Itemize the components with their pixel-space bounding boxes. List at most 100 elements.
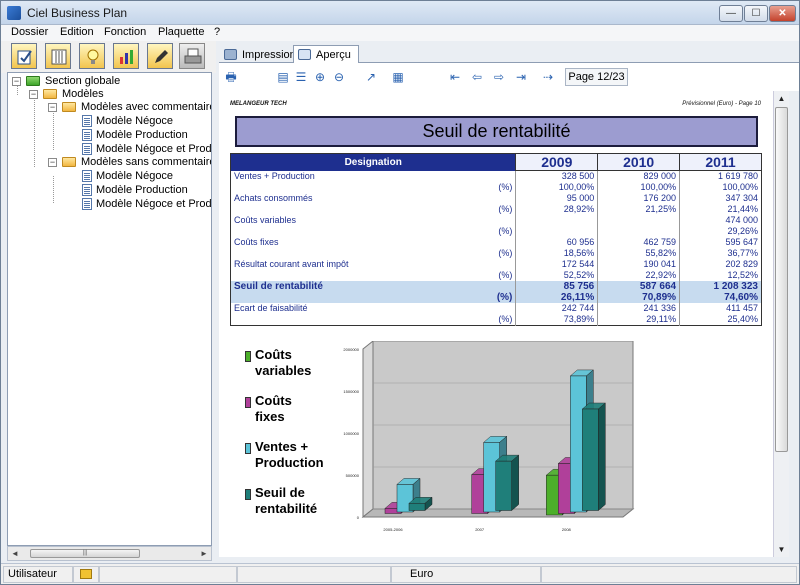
status-user: Utilisateur	[3, 566, 73, 583]
cell-value: 95 000	[515, 193, 598, 204]
row-label: Coûts fixes	[234, 237, 279, 247]
zoom-out-icon[interactable]: ⊖	[333, 71, 345, 83]
first-page-icon[interactable]: ⇤	[449, 71, 461, 83]
table-row: (%) 29,26%	[231, 226, 762, 237]
column-year: 2011	[679, 153, 762, 171]
tree-horizontal-scrollbar[interactable]: ◄ ||| ►	[7, 546, 212, 561]
chart-button[interactable]	[113, 43, 139, 69]
company-name: MELANGEUR TECH	[230, 101, 287, 107]
cell-value: 70,89%	[597, 292, 680, 303]
legend-line2: fixes	[255, 409, 285, 424]
cell-value: 100,00%	[597, 182, 680, 193]
breakeven-chart: 2000000 1500000 1000000 500000 0 2005-2006 200…	[343, 341, 635, 532]
cell-value: 26,11%	[515, 292, 598, 303]
cell-value: 1 619 780	[679, 170, 762, 182]
cell-value: 29,26%	[679, 226, 762, 237]
section-tree: − Section globale − Modèles − Modèles av…	[7, 72, 212, 546]
print-icon[interactable]: 🖶	[225, 71, 237, 83]
row-label: Ventes + Production	[234, 170, 315, 181]
table-view-button[interactable]	[45, 43, 71, 69]
page-header: Prévisionnel (Euro) - Page 10	[682, 101, 761, 107]
status-panel	[237, 566, 391, 583]
scroll-down-icon[interactable]: ▼	[774, 542, 789, 557]
menu-plaquette[interactable]: Plaquette	[158, 26, 204, 38]
view-tabs: Impression Aperçu	[219, 45, 799, 64]
legend-swatch	[245, 489, 251, 500]
bar-chart-icon	[120, 50, 133, 64]
cell-value: 190 041	[597, 259, 680, 270]
cell-value: 22,92%	[597, 270, 680, 281]
report-title: Seuil de rentabilité	[235, 116, 758, 147]
legend-line1: Coûts	[255, 393, 292, 408]
table-row: (%) 18,56% 55,82% 36,77%	[231, 248, 762, 259]
row-label: Ecart de faisabilité	[234, 303, 308, 313]
column-year: 2009	[515, 153, 599, 171]
cell-value: 73,89%	[515, 314, 598, 326]
x-tick-label: 2008	[562, 527, 572, 532]
x-tick-label: 2005-2006	[383, 527, 403, 532]
next-page-icon[interactable]: ⇨	[493, 71, 505, 83]
export-icon[interactable]: ↗	[365, 71, 377, 83]
table-row: Coûts fixes 60 956 462 759 595 647	[231, 237, 762, 248]
print-button[interactable]	[179, 43, 205, 69]
legend-line1: Ventes +	[255, 439, 309, 454]
status-currency: Euro	[391, 566, 541, 583]
cell-value: 29,11%	[597, 314, 680, 326]
cell-value: 347 304	[679, 193, 762, 204]
document-icon	[82, 129, 92, 141]
cell-value	[597, 215, 680, 226]
minimize-button[interactable]: —	[719, 5, 743, 22]
status-panel	[99, 566, 237, 583]
column-designation: Designation	[229, 153, 516, 171]
cell-value: 411 457	[679, 303, 762, 314]
cell-value: 100,00%	[679, 182, 762, 193]
row-percent-label: (%)	[230, 292, 516, 303]
cell-value: 21,25%	[597, 204, 680, 215]
table-row: Résultat courant avant impôt 172 544 190 0…	[231, 259, 762, 270]
legend-line2: Production	[255, 455, 324, 470]
menu-fonction[interactable]: Fonction	[104, 26, 146, 38]
last-page-icon[interactable]: ⇥	[515, 71, 527, 83]
lightbulb-icon	[87, 49, 99, 64]
scroll-right-icon[interactable]: ►	[197, 547, 211, 560]
previous-page-icon[interactable]: ⇦	[471, 71, 483, 83]
document-icon	[82, 115, 92, 127]
table-row: (%) 26,11% 70,89% 74,60%	[230, 292, 762, 303]
tab-impression[interactable]: Impression	[219, 45, 296, 63]
report-preview: MELANGEUR TECH Prévisionnel (Euro) - Pag…	[219, 91, 773, 557]
cell-value: 241 336	[597, 303, 680, 314]
bar	[408, 503, 426, 511]
menu-bar: Dossier Edition Fonction Plaquette ?	[1, 25, 799, 41]
edit-checklist-button[interactable]	[11, 43, 37, 69]
folder-icon	[62, 157, 76, 167]
document-icon	[82, 143, 92, 155]
menu-dossier[interactable]: Dossier	[11, 26, 48, 38]
table-row: Achats consommés 95 000 176 200 347 304	[231, 193, 762, 204]
tab-apercu[interactable]: Aperçu	[293, 45, 359, 64]
page-icon[interactable]: ▤	[277, 71, 289, 83]
cell-value: 18,56%	[515, 248, 598, 259]
close-button[interactable]: ✕	[769, 5, 796, 22]
ideas-button[interactable]	[79, 43, 105, 69]
zoom-in-icon[interactable]: ⊕	[314, 71, 326, 83]
two-pages-icon[interactable]: ☰	[295, 71, 307, 83]
notes-icon[interactable]: ▦	[392, 71, 404, 83]
title-bar: Ciel Business Plan — ☐ ✕	[1, 1, 799, 25]
menu-help[interactable]: ?	[214, 26, 220, 38]
maximize-button[interactable]: ☐	[744, 5, 768, 22]
menu-edition[interactable]: Edition	[60, 26, 94, 38]
legend-swatch	[245, 351, 251, 362]
preview-vertical-scrollbar[interactable]: ▲ ▼	[773, 91, 789, 557]
notes-button[interactable]	[147, 43, 173, 69]
scroll-left-icon[interactable]: ◄	[8, 547, 22, 560]
columns-icon	[51, 49, 67, 65]
cell-value: 172 544	[515, 259, 598, 270]
row-label: Seuil de rentabilité	[230, 281, 516, 292]
window-title: Ciel Business Plan	[27, 6, 128, 20]
goto-page-icon[interactable]: ⇢	[542, 71, 554, 83]
scroll-thumb[interactable]	[775, 107, 788, 452]
scroll-up-icon[interactable]: ▲	[774, 91, 789, 106]
cell-value: 52,52%	[515, 270, 598, 281]
app-icon	[7, 6, 21, 20]
scroll-thumb[interactable]: |||	[30, 549, 140, 558]
